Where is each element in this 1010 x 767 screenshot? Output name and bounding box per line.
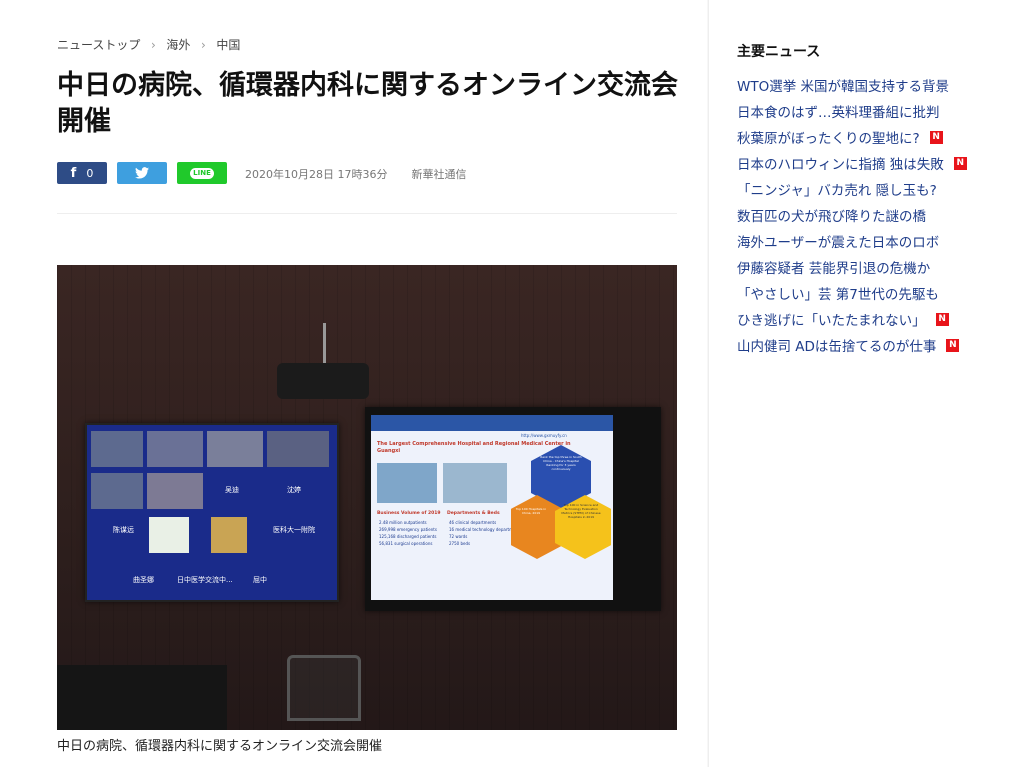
antenna: [323, 323, 326, 365]
news-item[interactable]: 山内健司 ADは缶捨てるのが仕事 N: [737, 332, 967, 358]
line-icon: LINE: [190, 167, 214, 179]
slide-photo: [377, 463, 437, 503]
news-item-link[interactable]: 「ニンジャ」バカ売れ 隠し玉も?: [737, 179, 937, 199]
video-tile: [267, 431, 329, 467]
top-news-list: WTO選挙 米国が韓国支持する背景 日本食のはず…英料理番組に批判 秋葉原がぼっ…: [737, 72, 967, 358]
slide-left-item: 56,831 surgical operations: [379, 541, 433, 546]
conference-camera: [277, 363, 369, 399]
participant-label: 曲圣娜: [133, 576, 154, 584]
news-item-link[interactable]: 山内健司 ADは缶捨てるのが仕事: [737, 335, 936, 355]
article-date: 2020年10月28日 17時36分: [245, 168, 388, 181]
news-item[interactable]: 海外ユーザーが震えた日本のロボ: [737, 228, 967, 254]
news-item-link[interactable]: 数百匹の犬が飛び降りた謎の橋: [737, 205, 926, 225]
news-item-link[interactable]: WTO選挙 米国が韓国支持する背景: [737, 75, 949, 95]
news-item[interactable]: 伊藤容疑者 芸能界引退の危機か: [737, 254, 967, 280]
news-item-link[interactable]: ひき逃げに「いたたまれない」: [737, 309, 926, 329]
slide-photo: [443, 463, 507, 503]
line-share-button[interactable]: LINE: [177, 162, 227, 184]
video-tile: [147, 431, 203, 467]
photo-caption: 中日の病院、循環器内科に関するオンライン交流会開催: [57, 739, 383, 754]
hex-right-text: Top 100 in Science and Technology Evalua…: [561, 503, 601, 519]
facebook-share-button[interactable]: f 0: [57, 162, 107, 184]
participant-label: 吴迪: [225, 486, 239, 494]
share-bar: f 0 LINE: [57, 162, 227, 184]
facebook-share-count: 0: [86, 166, 94, 180]
news-item-link[interactable]: 伊藤容疑者 芸能界引退の危機か: [737, 257, 930, 277]
participant-label: 屈中: [253, 576, 267, 584]
news-item-link[interactable]: 日本のハロウィンに指摘 独は失敗: [737, 153, 944, 173]
news-item[interactable]: 「やさしい」芸 第7世代の先駆も: [737, 280, 967, 306]
news-item[interactable]: 日本のハロウィンに指摘 独は失敗 N: [737, 150, 967, 176]
desk: [57, 665, 227, 730]
breadcrumb-china[interactable]: 中国: [216, 36, 240, 53]
slide-header-bar: [371, 415, 613, 431]
news-item[interactable]: WTO選挙 米国が韓国支持する背景: [737, 72, 967, 98]
video-call-screen: 吴迪 沈婷 陈谋远 医科大一附院 曲圣娜 日中医学交流中... 屈中: [85, 423, 339, 602]
new-badge: N: [953, 156, 967, 170]
news-item[interactable]: ひき逃げに「いたたまれない」 N: [737, 306, 967, 332]
breadcrumb-news-top[interactable]: ニューストップ: [57, 36, 140, 53]
participant-label: 医科大一附院: [273, 526, 315, 534]
slide-left-item: 125,168 discharged patients: [379, 534, 437, 539]
logo-tile: [149, 517, 189, 553]
chevron-right-icon: ›: [201, 37, 206, 52]
new-badge: N: [935, 312, 949, 326]
sidebar-heading: 主要ニュース: [737, 44, 821, 60]
presentation-slide: http://www.gxmuyfy.cn The Largest Compre…: [371, 415, 613, 600]
new-badge: N: [946, 338, 960, 352]
page-title: 中日の病院、循環器内科に関するオンライン交流会開催: [57, 70, 678, 137]
new-badge: N: [929, 130, 943, 144]
news-item[interactable]: 秋葉原がぼったくりの聖地に? N: [737, 124, 967, 150]
video-tile: [91, 431, 143, 467]
participant-label: 沈婷: [287, 486, 301, 494]
video-tile: [147, 473, 203, 509]
news-item-link[interactable]: 「やさしい」芸 第7世代の先駆も: [737, 283, 939, 303]
article-source: 新華社通信: [411, 168, 467, 181]
news-item-link[interactable]: 海外ユーザーが震えた日本のロボ: [737, 231, 939, 251]
slide-left-heading: Business Volume of 2019: [377, 511, 441, 516]
slide-right-heading: Departments & Beds: [447, 511, 500, 516]
article-main: ニューストップ › 海外 › 中国 中日の病院、循環器内科に関するオンライン交流…: [0, 0, 707, 767]
breadcrumb-overseas[interactable]: 海外: [166, 36, 190, 53]
slide-right-item: 46 clinical departments: [449, 520, 497, 525]
participant-label: 日中医学交流中...: [177, 576, 233, 584]
video-tile: [211, 517, 247, 553]
chair: [287, 655, 361, 721]
article-photo: 吴迪 沈婷 陈谋远 医科大一附院 曲圣娜 日中医学交流中... 屈中 http:…: [57, 265, 677, 730]
video-tile: [91, 473, 143, 509]
chevron-right-icon: ›: [151, 37, 156, 52]
slide-url: http://www.gxmuyfy.cn: [521, 433, 567, 438]
facebook-icon: f: [70, 165, 77, 181]
slide-left-item: 2.48 million outpatients: [379, 520, 427, 525]
hex-left-text: Top 100 Hospitals in China, 2019: [515, 507, 547, 515]
hex-top-text: Rank the top three in South China - Chin…: [540, 455, 582, 471]
slide-right-item: 72 wards: [449, 534, 468, 539]
article-meta: 2020年10月28日 17時36分 新華社通信: [245, 166, 466, 182]
news-item[interactable]: 「ニンジャ」バカ売れ 隠し玉も?: [737, 176, 967, 202]
twitter-share-button[interactable]: [117, 162, 167, 184]
news-item[interactable]: 数百匹の犬が飛び降りた謎の橋: [737, 202, 967, 228]
presentation-screen: http://www.gxmuyfy.cn The Largest Compre…: [365, 407, 661, 611]
twitter-bird-icon: [135, 167, 149, 179]
news-item-link[interactable]: 日本食のはず…英料理番組に批判: [737, 101, 940, 121]
news-item[interactable]: 日本食のはず…英料理番組に批判: [737, 98, 967, 124]
slide-left-item: 269,998 emergency patients: [379, 527, 437, 532]
slide-right-item: 2750 beds: [449, 541, 471, 546]
breadcrumb: ニューストップ › 海外 › 中国: [57, 36, 240, 53]
video-tile: [207, 431, 263, 467]
news-item-link[interactable]: 秋葉原がぼったくりの聖地に?: [737, 127, 920, 147]
participant-label: 陈谋远: [113, 526, 134, 534]
divider: [57, 213, 677, 214]
